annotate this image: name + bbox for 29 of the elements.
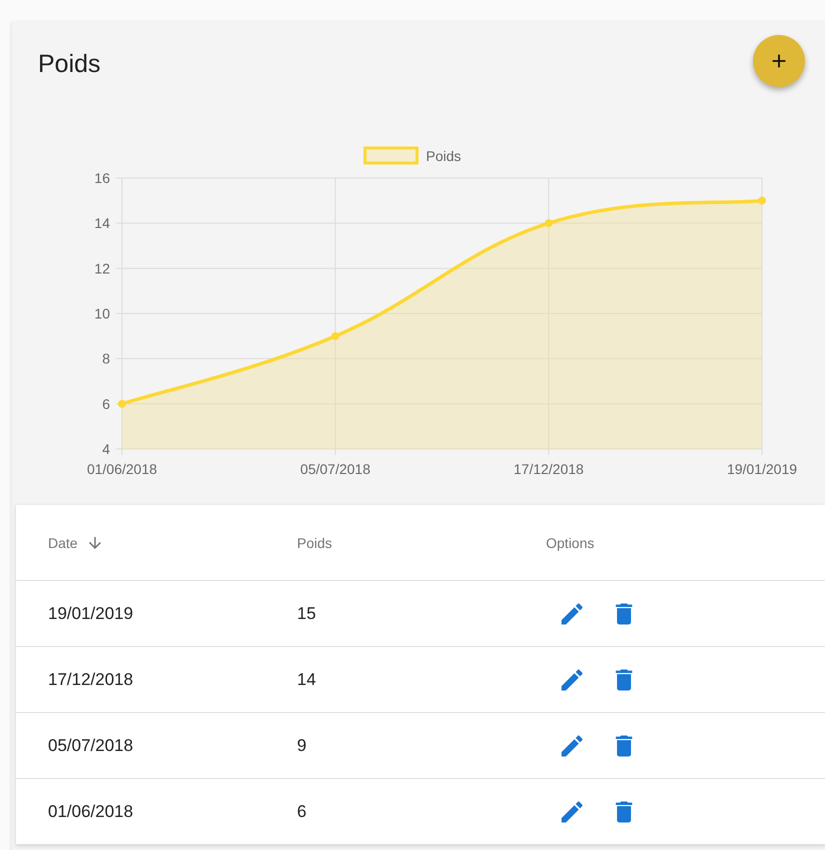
- table-cell-text: 19/01/2019: [48, 604, 134, 624]
- table-cell-text: 15: [297, 604, 317, 624]
- table-cell-text: 05/07/2018: [48, 736, 134, 756]
- table-cell-text: 14: [297, 670, 317, 690]
- table-cell-text: 9: [297, 736, 308, 756]
- y-tick-label: 6: [102, 396, 110, 412]
- x-tick-label: 17/12/2018: [514, 461, 584, 477]
- column-header[interactable]: Poids: [297, 534, 332, 550]
- y-tick-label: 4: [102, 441, 110, 457]
- legend-swatch: [364, 146, 418, 164]
- data-point: [118, 400, 126, 408]
- page-title: Poids: [38, 50, 101, 78]
- x-tick-label: 19/01/2019: [726, 461, 798, 477]
- y-tick-label: 12: [94, 260, 110, 276]
- column-header[interactable]: Date: [48, 534, 78, 550]
- x-tick-label: 01/06/2018: [86, 461, 158, 477]
- table-cell-text: 6: [297, 802, 308, 822]
- table-cell-text: 17/12/2018: [48, 670, 134, 690]
- column-header[interactable]: Options: [546, 534, 594, 550]
- data-point: [544, 219, 553, 228]
- y-tick-label: 8: [102, 350, 110, 367]
- data-point: [758, 196, 766, 205]
- table-cell-text: 01/06/2018: [48, 802, 134, 822]
- y-tick-label: 10: [94, 306, 110, 322]
- y-tick-label: 14: [94, 215, 110, 232]
- legend-label: Poids: [426, 148, 462, 164]
- x-tick-label: 05/07/2018: [300, 461, 370, 477]
- data-point: [331, 332, 340, 340]
- y-tick-label: 16: [94, 170, 110, 186]
